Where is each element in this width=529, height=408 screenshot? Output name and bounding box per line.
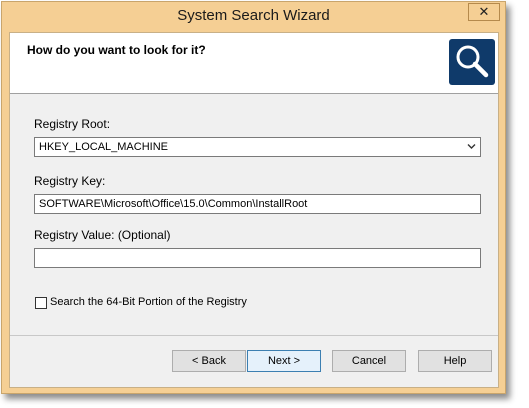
search-64bit-checkbox[interactable] bbox=[35, 297, 47, 309]
registry-value-label: Registry Value: (Optional) bbox=[34, 228, 171, 242]
close-button[interactable]: ✕ bbox=[468, 3, 500, 21]
next-button[interactable]: Next > bbox=[247, 350, 321, 372]
title-bar[interactable]: System Search Wizard ✕ bbox=[2, 2, 505, 32]
header-banner: How do you want to look for it? bbox=[10, 33, 498, 94]
help-button[interactable]: Help bbox=[418, 350, 492, 372]
page-title: How do you want to look for it? bbox=[27, 43, 206, 57]
search-64bit-label[interactable]: Search the 64-Bit Portion of the Registr… bbox=[50, 296, 247, 308]
chevron-down-icon bbox=[467, 144, 476, 149]
registry-root-select[interactable]: HKEY_LOCAL_MACHINE bbox=[34, 137, 481, 157]
back-button[interactable]: < Back bbox=[172, 350, 246, 372]
registry-root-value: HKEY_LOCAL_MACHINE bbox=[39, 141, 168, 153]
registry-value-input[interactable] bbox=[34, 248, 481, 268]
registry-root-label: Registry Root: bbox=[34, 117, 111, 131]
footer-divider bbox=[10, 335, 498, 336]
wizard-window: System Search Wizard ✕ How do you want t… bbox=[1, 1, 506, 394]
cancel-button[interactable]: Cancel bbox=[332, 350, 406, 372]
wizard-body: How do you want to look for it? Registry… bbox=[9, 32, 499, 388]
window-title: System Search Wizard bbox=[177, 7, 330, 24]
registry-key-input[interactable] bbox=[34, 194, 481, 214]
magnifier-icon bbox=[449, 39, 495, 85]
close-icon: ✕ bbox=[478, 4, 490, 19]
registry-key-label: Registry Key: bbox=[34, 174, 106, 188]
